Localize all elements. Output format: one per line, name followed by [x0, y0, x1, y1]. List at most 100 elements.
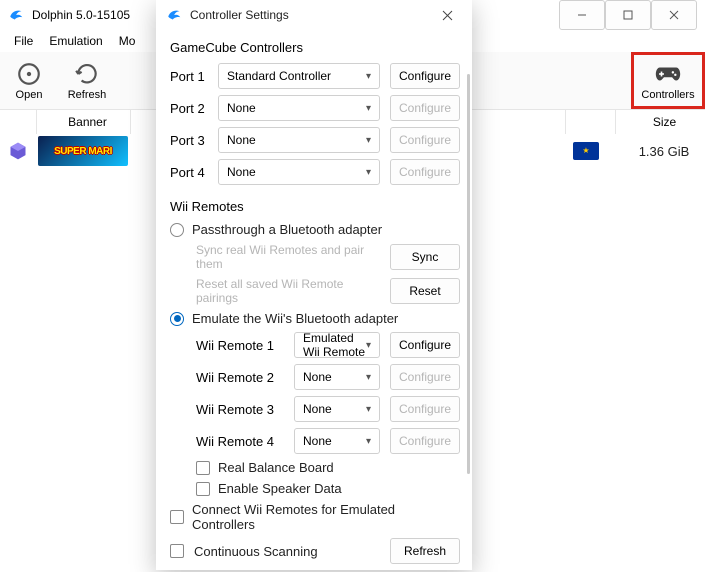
sync-button[interactable]: Sync [390, 244, 460, 270]
maximize-icon [623, 10, 633, 20]
close-icon [442, 10, 453, 21]
window-controls [559, 0, 697, 30]
wii-remote-2-select[interactable]: None▾ [294, 364, 380, 390]
gc-port-2-row: Port 2 None▾ Configure [170, 95, 460, 121]
emulate-radio-row[interactable]: Emulate the Wii's Bluetooth adapter [170, 311, 460, 326]
scroll-area: GameCube Controllers Port 1 Standard Con… [170, 36, 460, 564]
menu-more[interactable]: Mo [111, 32, 144, 50]
wii-remote-1-row: Wii Remote 1 Emulated Wii Remote▾ Config… [196, 332, 460, 358]
dialog-close-button[interactable] [432, 10, 462, 21]
chevron-down-icon: ▾ [366, 340, 371, 351]
gc-port-2-configure-button[interactable]: Configure [390, 95, 460, 121]
wii-remote-4-row: Wii Remote 4 None▾ Configure [196, 428, 460, 454]
wii-remote-3-configure-button[interactable]: Configure [390, 396, 460, 422]
eu-flag-icon [573, 142, 599, 160]
connect-emu-row[interactable]: Connect Wii Remotes for Emulated Control… [170, 502, 460, 532]
open-label: Open [16, 89, 43, 101]
gc-port-4-row: Port 4 None▾ Configure [170, 159, 460, 185]
gc-port-3-row: Port 3 None▾ Configure [170, 127, 460, 153]
wii-remote-2-label: Wii Remote 2 [196, 370, 284, 385]
size-cell: 1.36 GiB [615, 134, 705, 168]
gc-port-2-select[interactable]: None▾ [218, 95, 380, 121]
gc-section-title: GameCube Controllers [170, 40, 460, 55]
gc-port-1-row: Port 1 Standard Controller▾ Configure [170, 63, 460, 89]
reset-button[interactable]: Reset [390, 278, 460, 304]
dialog-body: GameCube Controllers Port 1 Standard Con… [156, 30, 472, 570]
chevron-down-icon: ▾ [366, 71, 371, 82]
reset-label: Reset all saved Wii Remote pairings [196, 277, 380, 305]
gc-port-1-configure-button[interactable]: Configure [390, 63, 460, 89]
speaker-label: Enable Speaker Data [218, 481, 342, 496]
wii-section-title: Wii Remotes [170, 199, 460, 214]
col-banner[interactable]: Banner [36, 110, 130, 134]
chevron-down-icon: ▾ [366, 103, 371, 114]
wii-remote-4-select[interactable]: None▾ [294, 428, 380, 454]
chevron-down-icon: ▾ [366, 135, 371, 146]
close-button[interactable] [651, 0, 697, 30]
speaker-row[interactable]: Enable Speaker Data [196, 481, 460, 496]
gc-port-3-configure-button[interactable]: Configure [390, 127, 460, 153]
wii-remote-2-row: Wii Remote 2 None▾ Configure [196, 364, 460, 390]
disc-icon [16, 61, 42, 87]
speaker-checkbox[interactable] [196, 482, 210, 496]
gc-port-2-label: Port 2 [170, 101, 208, 116]
controllers-button[interactable]: Controllers [631, 52, 705, 109]
passthrough-radio-row[interactable]: Passthrough a Bluetooth adapter [170, 222, 460, 237]
wii-remote-4-configure-button[interactable]: Configure [390, 428, 460, 454]
gc-port-4-label: Port 4 [170, 165, 208, 180]
open-button[interactable]: Open [0, 52, 58, 109]
balance-board-checkbox[interactable] [196, 461, 210, 475]
connect-emu-checkbox[interactable] [170, 510, 184, 524]
dialog-titlebar: Controller Settings [156, 0, 472, 30]
balance-board-label: Real Balance Board [218, 460, 334, 475]
gc-port-3-select[interactable]: None▾ [218, 127, 380, 153]
gc-port-4-configure-button[interactable]: Configure [390, 159, 460, 185]
chevron-down-icon: ▾ [366, 436, 371, 447]
minimize-icon [577, 10, 587, 20]
connect-emu-label: Connect Wii Remotes for Emulated Control… [192, 502, 460, 532]
gamecube-icon [8, 141, 28, 161]
controllers-label: Controllers [641, 89, 694, 101]
continuous-row: Continuous Scanning Refresh [170, 538, 460, 564]
wii-remote-3-row: Wii Remote 3 None▾ Configure [196, 396, 460, 422]
wii-remote-1-configure-button[interactable]: Configure [390, 332, 460, 358]
region-cell [565, 134, 615, 168]
dolphin-logo-icon [166, 6, 184, 24]
sync-label: Sync real Wii Remotes and pair them [196, 243, 380, 271]
col-platform[interactable] [0, 110, 36, 134]
gc-port-3-label: Port 3 [170, 133, 208, 148]
wii-remote-4-label: Wii Remote 4 [196, 434, 284, 449]
minimize-button[interactable] [559, 0, 605, 30]
passthrough-label: Passthrough a Bluetooth adapter [192, 222, 382, 237]
refresh-icon [74, 61, 100, 87]
wii-remote-3-label: Wii Remote 3 [196, 402, 284, 417]
continuous-checkbox[interactable] [170, 544, 184, 558]
platform-cell [0, 134, 36, 168]
banner-cell: SUPER MARI [36, 134, 130, 168]
chevron-down-icon: ▾ [366, 404, 371, 415]
emulate-radio[interactable] [170, 312, 184, 326]
emulate-label: Emulate the Wii's Bluetooth adapter [192, 311, 398, 326]
menu-emulation[interactable]: Emulation [41, 32, 110, 50]
col-region[interactable] [565, 110, 615, 134]
refresh-button[interactable]: Refresh [58, 52, 116, 109]
gc-port-4-select[interactable]: None▾ [218, 159, 380, 185]
wii-refresh-button[interactable]: Refresh [390, 538, 460, 564]
wii-remote-1-select[interactable]: Emulated Wii Remote▾ [294, 332, 380, 358]
col-size[interactable]: Size [615, 110, 705, 134]
gc-port-1-select[interactable]: Standard Controller▾ [218, 63, 380, 89]
continuous-label: Continuous Scanning [194, 544, 380, 559]
chevron-down-icon: ▾ [366, 372, 371, 383]
menu-file[interactable]: File [6, 32, 41, 50]
game-banner: SUPER MARI [38, 136, 128, 166]
reset-row: Reset all saved Wii Remote pairings Rese… [196, 277, 460, 305]
balance-board-row[interactable]: Real Balance Board [196, 460, 460, 475]
wii-remote-2-configure-button[interactable]: Configure [390, 364, 460, 390]
wii-remote-3-select[interactable]: None▾ [294, 396, 380, 422]
dialog-scrollbar[interactable] [467, 74, 470, 474]
maximize-button[interactable] [605, 0, 651, 30]
chevron-down-icon: ▾ [366, 167, 371, 178]
passthrough-radio[interactable] [170, 223, 184, 237]
gc-port-1-label: Port 1 [170, 69, 208, 84]
controller-settings-dialog: Controller Settings GameCube Controllers… [156, 0, 472, 570]
